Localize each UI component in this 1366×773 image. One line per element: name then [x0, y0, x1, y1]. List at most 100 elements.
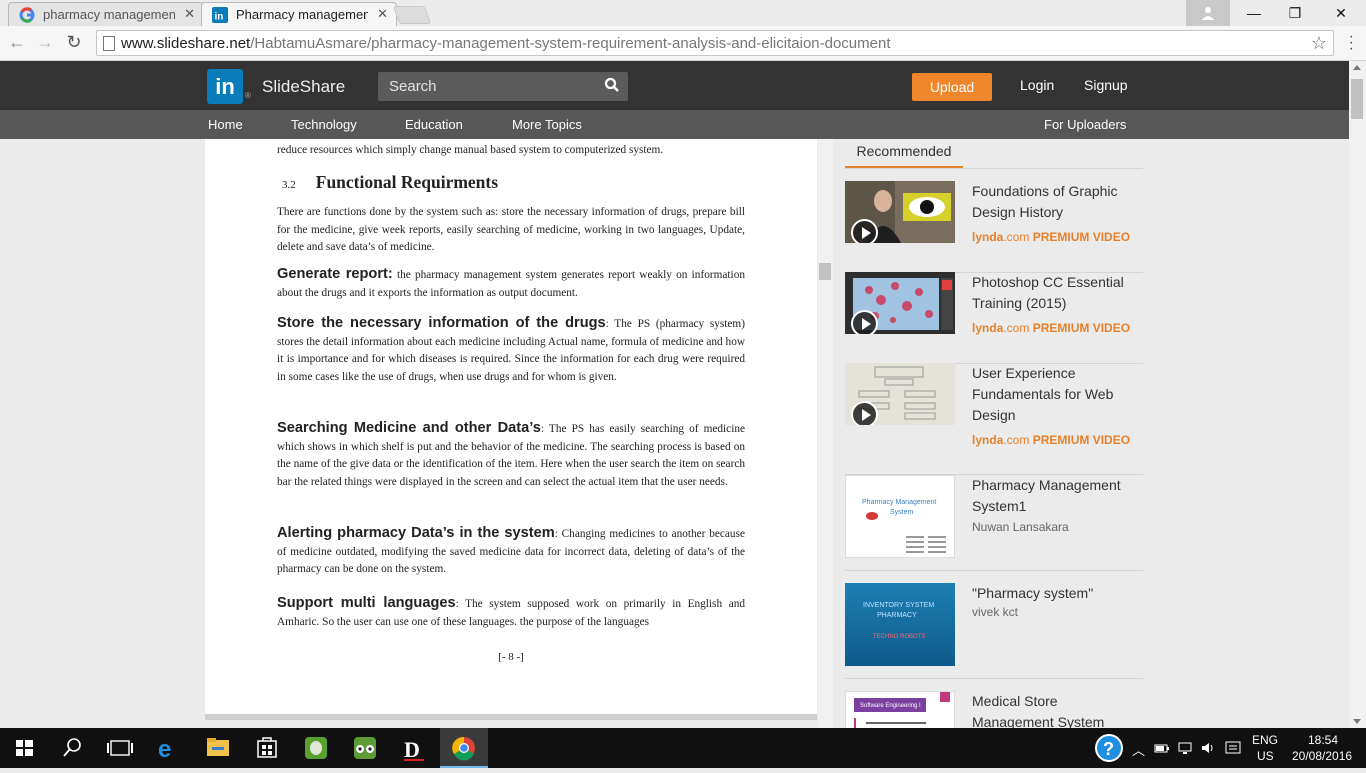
slide-image: INVENTORY SYSTEM PHARMACY TECHNO ROBOTS — [845, 583, 955, 666]
recommended-item[interactable]: User Experience Fundamentals for Web Des… — [845, 363, 1143, 475]
region-indicator[interactable]: US — [1257, 749, 1274, 763]
slide-thumbnail[interactable]: Software Engineering I — [845, 691, 955, 731]
video-thumbnail[interactable] — [845, 272, 955, 334]
recommended-item[interactable]: Foundations of Graphic Design History ly… — [845, 181, 1143, 273]
scroll-up-arrow-icon[interactable] — [1353, 65, 1361, 70]
browser-toolbar: ← → ↻ www.slideshare.net/HabtamuAsmare/p… — [0, 26, 1366, 61]
notifications-icon[interactable] — [1224, 740, 1242, 756]
svg-text:Software Engineering I: Software Engineering I — [860, 703, 921, 709]
page-number: [- 8 -] — [498, 651, 524, 663]
browser-tab-2[interactable]: in Pharmacy management sy ✕ — [201, 2, 397, 26]
search-icon[interactable] — [604, 77, 620, 93]
slide-thumbnail[interactable]: INVENTORY SYSTEM PHARMACY TECHNO ROBOTS — [845, 583, 955, 666]
windows-start-icon[interactable] — [0, 728, 48, 768]
tripadvisor-icon[interactable] — [341, 728, 389, 768]
paragraph-lead: Searching Medicine and other Data’s — [277, 420, 541, 436]
clock-time[interactable]: 18:54 — [1308, 733, 1338, 747]
nav-for-uploaders[interactable]: For Uploaders — [1044, 117, 1126, 132]
play-icon[interactable] — [851, 310, 878, 334]
browser-tab-title: pharmacy management sy — [43, 7, 175, 22]
address-bar[interactable]: www.slideshare.net/HabtamuAsmare/pharmac… — [96, 30, 1334, 56]
page-icon — [103, 36, 115, 51]
browser-tab-strip: pharmacy management sy ✕ in Pharmacy man… — [0, 0, 1366, 26]
recommended-sidebar: Recommended Foundations of Graphic Desig… — [833, 139, 1349, 751]
registered-mark: ® — [245, 91, 251, 100]
language-indicator[interactable]: ENG — [1252, 733, 1278, 747]
recommended-item[interactable]: Pharmacy Management System Pharmacy Mana… — [845, 475, 1143, 571]
dictionary-app-icon[interactable]: D — [390, 728, 438, 768]
slide-image: Software Engineering I — [854, 692, 950, 730]
video-thumbnail[interactable] — [845, 181, 955, 243]
slide-thumbnail[interactable]: Pharmacy Management System — [845, 475, 955, 558]
doc-paragraph: Searching Medicine and other Data’s: The… — [277, 420, 745, 491]
category-nav: Home Technology Education More Topics Fo… — [0, 110, 1349, 139]
new-tab-button[interactable] — [392, 6, 432, 24]
site-header: in ® SlideShare Search Upload Login Sign… — [0, 61, 1349, 110]
paragraph-lead: Alerting pharmacy Data’s in the system — [277, 525, 555, 541]
tab-recommended[interactable]: Recommended — [845, 139, 963, 168]
minimize-icon[interactable]: — — [1231, 0, 1277, 26]
volume-icon[interactable] — [1200, 740, 1216, 756]
slideshare-brand[interactable]: SlideShare — [262, 77, 345, 97]
chrome-icon[interactable] — [440, 728, 488, 768]
close-window-icon[interactable]: ✕ — [1318, 0, 1364, 26]
document-page[interactable]: reduce resources which simply change man… — [205, 139, 817, 720]
linkedin-logo[interactable]: in — [207, 69, 243, 104]
store-icon[interactable] — [243, 728, 291, 768]
evernote-icon[interactable] — [292, 728, 340, 768]
recommended-author[interactable]: vivek kct — [972, 605, 1018, 619]
search-input[interactable]: Search — [389, 78, 437, 95]
reload-icon[interactable]: ↻ — [63, 32, 85, 53]
task-view-icon[interactable] — [96, 728, 144, 768]
url-text: www.slideshare.net/HabtamuAsmare/pharmac… — [121, 35, 891, 52]
recommended-item[interactable]: INVENTORY SYSTEM PHARMACY TECHNO ROBOTS … — [845, 583, 1143, 679]
user-profile-icon[interactable] — [1186, 0, 1230, 26]
document-scrollbar-thumb[interactable] — [819, 263, 831, 280]
signup-link[interactable]: Signup — [1084, 77, 1128, 93]
back-icon[interactable]: ← — [6, 32, 28, 53]
close-tab-icon[interactable]: ✕ — [377, 6, 388, 22]
network-icon[interactable] — [1178, 740, 1194, 756]
recommended-item[interactable]: Photoshop CC Essential Training (2015) l… — [845, 272, 1143, 364]
doc-intro-paragraph: There are functions done by the system s… — [277, 206, 745, 254]
file-explorer-icon[interactable] — [194, 728, 242, 768]
browser-tab-1[interactable]: pharmacy management sy ✕ — [8, 2, 204, 26]
recommended-title[interactable]: Foundations of Graphic Design History — [972, 181, 1142, 223]
show-hidden-icons-chevron-icon[interactable]: ︿ — [1132, 740, 1145, 759]
recommended-author[interactable]: Nuwan Lansakara — [972, 520, 1069, 534]
clock-date[interactable]: 20/08/2016 — [1292, 749, 1352, 763]
premium-badge: lynda.com PREMIUM VIDEO — [972, 230, 1131, 244]
help-icon[interactable]: ? — [1090, 728, 1128, 768]
play-icon[interactable] — [851, 219, 878, 243]
upload-button[interactable]: Upload — [912, 73, 992, 101]
search-box[interactable]: Search — [378, 72, 628, 101]
page-scrollbar-thumb[interactable] — [1351, 79, 1363, 119]
forward-icon[interactable]: → — [34, 32, 56, 53]
nav-home[interactable]: Home — [208, 117, 243, 132]
recommended-title[interactable]: Pharmacy Management System1 — [972, 475, 1142, 517]
nav-more-topics[interactable]: More Topics — [512, 117, 582, 132]
recommended-title[interactable]: User Experience Fundamentals for Web Des… — [972, 363, 1142, 426]
recommended-title[interactable]: "Pharmacy system" — [972, 583, 1142, 604]
nav-education[interactable]: Education — [405, 117, 463, 132]
search-icon[interactable] — [48, 728, 96, 768]
edge-icon[interactable]: e — [144, 728, 192, 768]
play-icon[interactable] — [851, 401, 878, 425]
page-divider — [205, 714, 817, 720]
restore-icon[interactable]: ❐ — [1272, 0, 1318, 26]
login-link[interactable]: Login — [1020, 77, 1054, 93]
scroll-down-arrow-icon[interactable] — [1353, 719, 1361, 724]
nav-technology[interactable]: Technology — [291, 117, 357, 132]
paragraph-lead: Store the necessary information of the d… — [277, 315, 606, 331]
linkedin-icon: in — [212, 7, 228, 23]
recommended-title[interactable]: Photoshop CC Essential Training (2015) — [972, 272, 1142, 314]
battery-icon[interactable] — [1154, 740, 1170, 756]
close-tab-icon[interactable]: ✕ — [184, 6, 195, 22]
premium-badge: lynda.com PREMIUM VIDEO — [972, 433, 1131, 447]
page-scrollbar[interactable] — [1349, 61, 1366, 728]
google-icon — [19, 7, 35, 23]
bookmark-star-icon[interactable]: ☆ — [1311, 33, 1327, 54]
browser-menu-icon[interactable]: · · · — [1349, 29, 1354, 57]
document-scrollbar[interactable] — [818, 139, 833, 728]
video-thumbnail[interactable] — [845, 363, 955, 425]
